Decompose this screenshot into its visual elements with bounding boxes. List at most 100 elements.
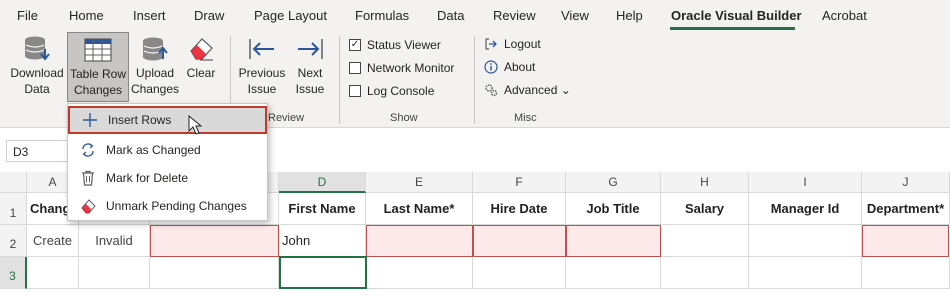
about-button[interactable]: About: [484, 60, 535, 74]
logout-label: Logout: [504, 37, 541, 51]
cell-h3[interactable]: [661, 257, 749, 289]
status-viewer-checkbox[interactable]: ✓ Status Viewer: [349, 38, 441, 52]
previous-label-line1: Previous: [238, 66, 286, 80]
column-header-f[interactable]: F: [473, 172, 566, 193]
download-data-button[interactable]: Download Data: [6, 32, 68, 102]
next-label-line2: Issue: [295, 82, 325, 96]
cell-i1[interactable]: Manager Id: [749, 193, 862, 225]
row-header-2[interactable]: 2: [0, 225, 27, 257]
select-all-corner[interactable]: [0, 172, 27, 193]
column-header-i[interactable]: I: [749, 172, 862, 193]
ribbon-separator: [339, 36, 340, 124]
cell-d3-selected[interactable]: [279, 256, 367, 289]
cell-f3[interactable]: [473, 257, 566, 289]
menu-item-unmark-pending-changes[interactable]: Unmark Pending Changes: [68, 192, 267, 220]
table-grid-icon: [84, 38, 112, 62]
cell-d1[interactable]: First Name: [279, 193, 366, 225]
menu-item-mark-for-delete[interactable]: Mark for Delete: [68, 164, 267, 192]
plus-icon: [83, 113, 97, 127]
column-header-j[interactable]: J: [862, 172, 950, 193]
tab-file[interactable]: File: [17, 8, 38, 23]
cell-i3[interactable]: [749, 257, 862, 289]
advanced-label: Advanced ⌄: [504, 83, 571, 97]
cell-h2[interactable]: [661, 225, 749, 257]
cell-a2[interactable]: Create: [27, 225, 79, 257]
logout-button[interactable]: Logout: [484, 37, 541, 51]
database-upload-icon: [143, 37, 168, 61]
tab-acrobat[interactable]: Acrobat: [822, 8, 867, 23]
clear-label: Clear: [186, 66, 216, 80]
gears-icon: [485, 84, 498, 97]
table-row-changes-button[interactable]: Table Row Changes ⌄: [67, 32, 129, 113]
advanced-button[interactable]: Advanced ⌄: [484, 83, 571, 97]
previous-issue-button[interactable]: Previous Issue: [236, 32, 288, 102]
network-monitor-label: Network Monitor: [367, 61, 455, 75]
row-header-1[interactable]: 1: [0, 193, 27, 225]
eraser-icon: [81, 199, 96, 214]
cell-e1[interactable]: Last Name*: [366, 193, 473, 225]
log-console-checkbox[interactable]: Log Console: [349, 84, 434, 98]
info-icon: [484, 60, 498, 74]
status-viewer-label: Status Viewer: [367, 38, 441, 52]
ribbon-separator: [474, 36, 475, 124]
tab-home[interactable]: Home: [69, 8, 104, 23]
misc-group-label: Misc: [514, 112, 537, 124]
column-header-d[interactable]: D: [279, 172, 366, 193]
cell-a3[interactable]: [27, 257, 79, 289]
tab-oracle-visual-builder[interactable]: Oracle Visual Builder: [671, 8, 802, 23]
download-label-line1: Download: [10, 66, 64, 80]
tab-formulas[interactable]: Formulas: [355, 8, 409, 23]
arrow-right-icon: [298, 39, 323, 59]
network-monitor-checkbox[interactable]: Network Monitor: [349, 61, 454, 75]
menu-item-label: Unmark Pending Changes: [106, 199, 247, 213]
next-issue-button[interactable]: Next Issue: [290, 32, 330, 102]
cell-g1[interactable]: Job Title: [566, 193, 661, 225]
active-tab-indicator: [670, 27, 795, 30]
checkbox-unchecked-icon: [349, 62, 361, 74]
cell-g2[interactable]: [566, 225, 661, 257]
menu-bar: File Home Insert Draw Page Layout Formul…: [0, 0, 950, 32]
column-header-g[interactable]: G: [566, 172, 661, 193]
cell-b2[interactable]: Invalid: [79, 225, 150, 257]
menu-item-mark-as-changed[interactable]: Mark as Changed: [68, 136, 267, 164]
cell-g3[interactable]: [566, 257, 661, 289]
menu-item-label: Mark for Delete: [106, 171, 189, 185]
cell-d2[interactable]: John: [279, 225, 366, 257]
upload-changes-button[interactable]: Upload Changes: [130, 32, 180, 102]
checkbox-unchecked-icon: [349, 85, 361, 97]
cell-j3[interactable]: [862, 257, 950, 289]
arrow-left-icon: [249, 39, 274, 59]
show-group-label: Show: [390, 112, 418, 124]
cell-h1[interactable]: Salary: [661, 193, 749, 225]
cell-i2[interactable]: [749, 225, 862, 257]
cell-j1[interactable]: Department*: [862, 193, 950, 225]
tab-insert[interactable]: Insert: [133, 8, 166, 23]
tab-data[interactable]: Data: [437, 8, 464, 23]
trash-icon: [82, 170, 94, 186]
cell-b3[interactable]: [79, 257, 150, 289]
cell-c2[interactable]: [150, 225, 279, 257]
tab-view[interactable]: View: [561, 8, 589, 23]
upload-label-line2: Changes: [130, 82, 180, 96]
menu-item-insert-rows[interactable]: Insert Rows: [68, 106, 267, 135]
cell-f1[interactable]: Hire Date: [473, 193, 566, 225]
table-row-changes-menu: Insert Rows Mark as Changed Mark for Del…: [67, 103, 268, 221]
tab-help[interactable]: Help: [616, 8, 643, 23]
previous-label-line2: Issue: [247, 82, 277, 96]
cell-f2[interactable]: [473, 225, 566, 257]
refresh-icon: [82, 143, 94, 157]
tab-page-layout[interactable]: Page Layout: [254, 8, 327, 23]
menu-item-label: Insert Rows: [108, 113, 172, 127]
cell-e3[interactable]: [367, 257, 473, 289]
row-header-3[interactable]: 3: [0, 257, 27, 289]
tab-review[interactable]: Review: [493, 8, 536, 23]
cell-c3[interactable]: [150, 257, 279, 289]
clear-button[interactable]: Clear: [181, 32, 221, 102]
cell-e2[interactable]: [366, 225, 473, 257]
review-group-label: Review: [268, 112, 305, 124]
tab-draw[interactable]: Draw: [194, 8, 224, 23]
column-header-h[interactable]: H: [661, 172, 749, 193]
table-row-label-line1: Table Row: [69, 67, 127, 81]
column-header-e[interactable]: E: [366, 172, 473, 193]
cell-j2[interactable]: [862, 225, 949, 257]
